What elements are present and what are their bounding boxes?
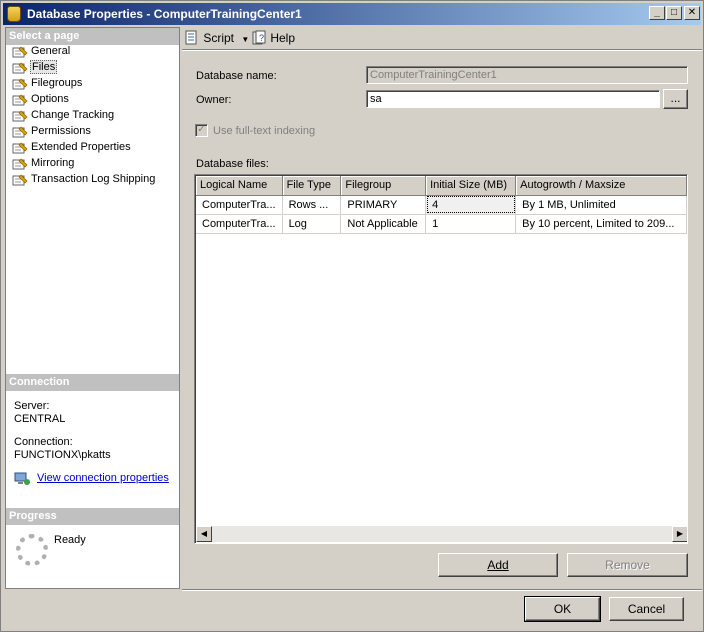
page-item-label: Permissions <box>31 125 91 137</box>
page-item-label: Extended Properties <box>31 141 131 153</box>
page-item-options[interactable]: Options <box>6 92 179 108</box>
page-item-general[interactable]: General <box>6 44 179 60</box>
table-cell[interactable]: 4 <box>425 195 517 215</box>
scroll-right-icon[interactable]: ▶ <box>672 526 687 542</box>
database-name-field[interactable]: ComputerTrainingCenter1 <box>366 66 688 84</box>
help-button[interactable]: ? Help <box>251 30 295 46</box>
database-files-grid[interactable]: Logical Name File Type Filegroup Initial Si… <box>194 174 688 544</box>
view-connection-properties-link[interactable]: View connection properties <box>37 472 169 484</box>
table-row[interactable]: ComputerTra... Rows ... PRIMARY 4 By 1 MB, U… <box>196 195 687 215</box>
footer-divider <box>182 589 702 590</box>
files-header-row: Logical Name File Type Filegroup Initial Si… <box>196 176 687 196</box>
fulltext-checkbox[interactable]: ✓ <box>195 124 208 137</box>
page-wrench-icon <box>12 62 28 74</box>
table-cell[interactable]: Log <box>282 214 342 234</box>
add-button-label: Add <box>487 558 509 572</box>
page-list: General Files Filegroups Options Change Trac… <box>6 44 179 188</box>
page-wrench-icon <box>12 94 28 106</box>
connection-value: FUNCTIONX\pkatts <box>14 449 111 461</box>
cancel-button[interactable]: Cancel <box>609 597 684 621</box>
page-wrench-icon <box>12 110 28 122</box>
page-item-mirroring[interactable]: Mirroring <box>6 156 179 172</box>
script-button[interactable]: Script ▼ <box>184 30 249 46</box>
scroll-left-icon[interactable]: ◀ <box>196 526 212 542</box>
progress-status: Ready <box>54 534 86 546</box>
database-properties-window: Database Properties - ComputerTrainingCe… <box>0 0 704 632</box>
table-cell[interactable]: 1 <box>425 214 517 234</box>
remove-button[interactable]: Remove <box>567 553 688 577</box>
select-page-header: Select a page <box>6 28 179 45</box>
page-item-transaction-log-shipping[interactable]: Transaction Log Shipping <box>6 172 179 188</box>
table-cell[interactable]: By 10 percent, Limited to 209... <box>515 214 687 234</box>
toolbar: Script ▼ ? Help <box>182 27 702 49</box>
script-label: Script <box>203 31 235 45</box>
toolbar-divider <box>182 49 702 50</box>
column-header[interactable]: Initial Size (MB) <box>425 176 517 196</box>
page-item-change-tracking[interactable]: Change Tracking <box>6 108 179 124</box>
close-button[interactable]: ✕ <box>684 6 700 20</box>
left-pane: Select a page General Files Filegroups Opti… <box>5 27 180 589</box>
window-title: Database Properties - ComputerTrainingCe… <box>27 7 302 21</box>
table-cell[interactable]: ComputerTra... <box>196 195 283 215</box>
table-cell[interactable]: ComputerTra... <box>196 214 283 234</box>
column-header[interactable]: Filegroup <box>340 176 427 196</box>
minimize-button[interactable]: _ <box>649 6 665 20</box>
add-button[interactable]: Add <box>438 553 558 577</box>
table-cell[interactable]: PRIMARY <box>340 195 427 215</box>
horizontal-scrollbar[interactable]: ◀ ▶ <box>196 526 687 542</box>
owner-browse-button[interactable]: ... <box>663 89 688 109</box>
owner-label: Owner: <box>196 94 232 106</box>
help-icon: ? <box>252 30 266 45</box>
database-files-label: Database files: <box>196 158 269 170</box>
page-item-permissions[interactable]: Permissions <box>6 124 179 140</box>
page-item-extended-properties[interactable]: Extended Properties <box>6 140 179 156</box>
page-wrench-icon <box>12 78 28 90</box>
progress-spinner-icon <box>16 534 48 566</box>
page-wrench-icon <box>12 126 28 138</box>
table-cell[interactable]: Not Applicable <box>340 214 427 234</box>
title-bar[interactable]: Database Properties - ComputerTrainingCe… <box>3 3 701 25</box>
page-item-label: Mirroring <box>31 157 75 169</box>
database-name-label: Database name: <box>196 70 277 82</box>
owner-field[interactable]: sa <box>366 90 660 108</box>
connection-properties-icon <box>14 472 30 486</box>
page-item-filegroups[interactable]: Filegroups <box>6 76 179 92</box>
server-label: Server: <box>14 400 50 412</box>
page-wrench-icon <box>12 174 28 186</box>
table-cell[interactable]: By 1 MB, Unlimited <box>515 195 687 215</box>
column-header[interactable]: Logical Name <box>196 176 283 196</box>
ok-button[interactable]: OK <box>524 596 601 622</box>
page-item-files[interactable]: Files <box>6 60 179 76</box>
column-header[interactable]: File Type <box>282 176 342 196</box>
table-row[interactable]: ComputerTra... Log Not Applicable 1 By 10 pe… <box>196 214 687 234</box>
page-item-label: Change Tracking <box>31 109 115 121</box>
page-item-label: Filegroups <box>31 77 83 89</box>
connection-header: Connection <box>6 374 179 391</box>
database-icon <box>7 6 21 22</box>
page-item-label: Files <box>30 60 58 74</box>
page-item-label: General <box>31 45 71 57</box>
page-item-label: Options <box>31 93 69 105</box>
maximize-button[interactable]: □ <box>666 6 682 20</box>
script-icon <box>185 30 197 45</box>
page-wrench-icon <box>12 158 28 170</box>
column-header[interactable]: Autogrowth / Maxsize <box>515 176 687 196</box>
help-label: Help <box>270 31 296 45</box>
page-wrench-icon <box>12 46 28 58</box>
script-dropdown-icon[interactable]: ▼ <box>241 35 249 44</box>
fulltext-label: Use full-text indexing <box>213 125 316 137</box>
svg-text:?: ? <box>259 33 264 43</box>
progress-header: Progress <box>6 508 179 525</box>
page-item-label: Transaction Log Shipping <box>31 173 156 185</box>
page-wrench-icon <box>12 142 28 154</box>
server-value: CENTRAL <box>14 413 66 425</box>
table-cell[interactable]: Rows ... <box>282 195 342 215</box>
files-table: Logical Name File Type Filegroup Initial Si… <box>196 176 687 234</box>
files-body: ComputerTra... Rows ... PRIMARY 4 By 1 MB, U… <box>196 195 687 234</box>
connection-label: Connection: <box>14 436 73 448</box>
